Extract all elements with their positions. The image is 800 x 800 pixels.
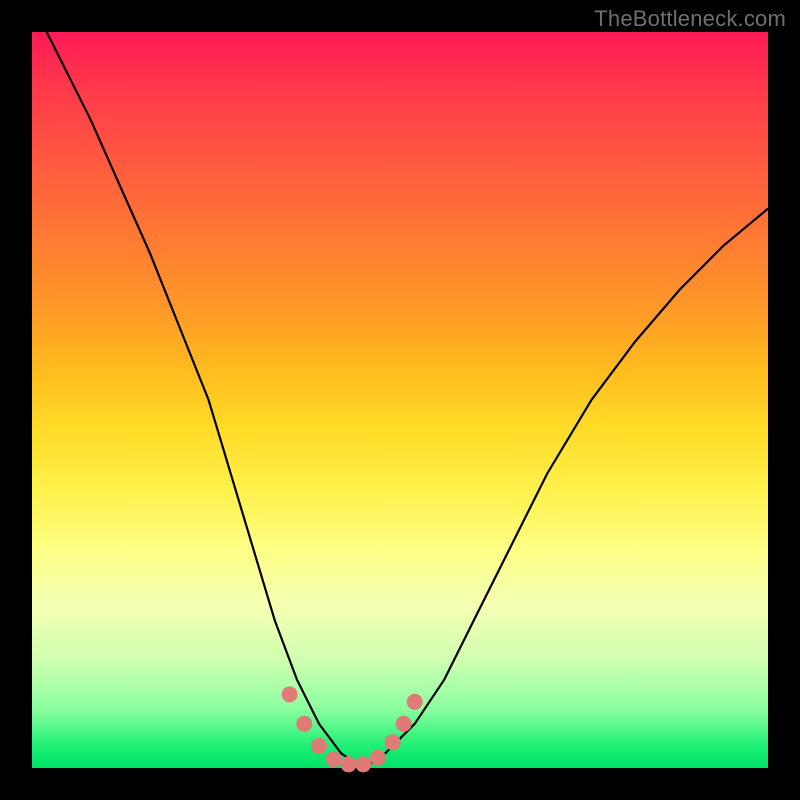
marker-dot — [282, 686, 298, 702]
chart-svg — [32, 32, 768, 768]
plot-area — [32, 32, 768, 768]
chart-frame: TheBottleneck.com — [0, 0, 800, 800]
marker-dot — [370, 750, 386, 766]
marker-dot — [355, 756, 371, 772]
marker-dot — [296, 716, 312, 732]
marker-dot — [326, 751, 342, 767]
marker-dot — [341, 756, 357, 772]
marker-dot — [385, 734, 401, 750]
marker-dots — [282, 686, 423, 772]
watermark-text: TheBottleneck.com — [594, 6, 786, 32]
marker-dot — [407, 694, 423, 710]
bottleneck-curve — [32, 3, 768, 768]
marker-dot — [311, 738, 327, 754]
marker-dot — [396, 716, 412, 732]
